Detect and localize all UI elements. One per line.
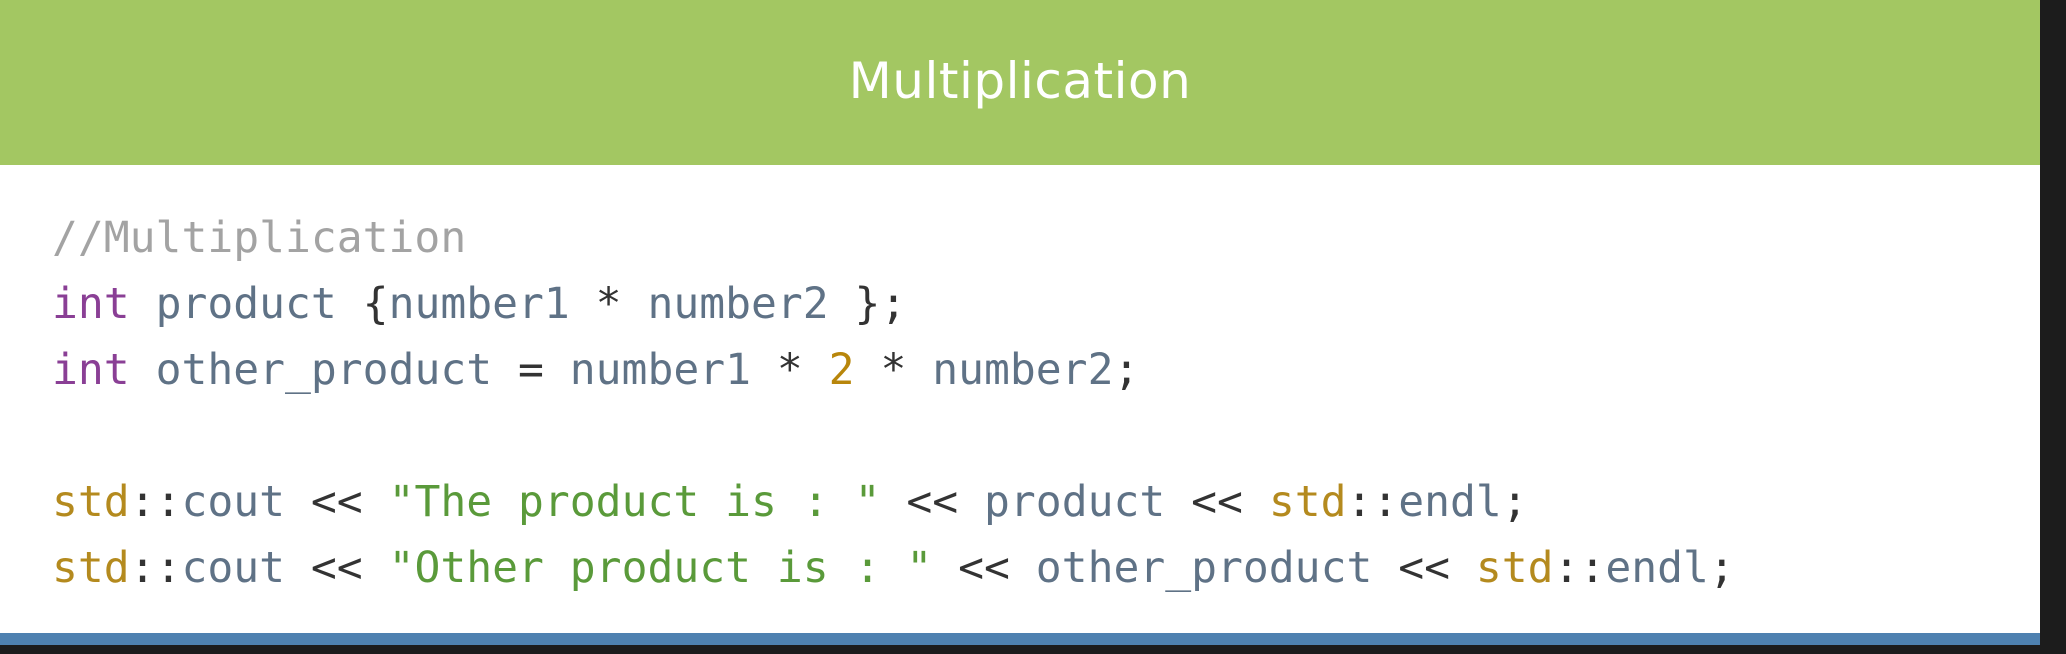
code-token-ident: other_product [155,345,493,395]
code-line: int product {number1 * number2 }; [52,271,1735,337]
code-token-ident: other_product [1035,543,1373,593]
code-token-punct: }; [828,279,907,329]
code-token-punct [130,345,156,395]
code-token-punct: :: [129,543,182,593]
code-token-ident: endl [1605,543,1709,593]
screen-edge-right [2040,0,2066,654]
code-token-punct: = [492,345,570,395]
code-token-punct: << [932,543,1036,593]
code-token-punct: * [569,279,648,329]
code-token-ident: product [155,279,337,329]
code-token-ident: endl [1398,477,1502,527]
code-token-ns: std [1475,543,1554,593]
code-token-ident: cout [181,543,286,593]
code-token-punct: * [854,345,933,395]
screen-edge-bottom [0,645,2066,654]
slide-title: Multiplication [848,51,1192,110]
code-token-punct: << [880,477,985,527]
code-token-ident: number2 [932,345,1114,395]
code-token-punct: :: [129,477,182,527]
code-token-string: "The product is : " [388,477,881,527]
code-token-ident: product [984,477,1166,527]
code-token-string: "Other product is : " [388,543,933,593]
code-token-punct: ; [1501,477,1528,527]
code-line: int other_product = number1 * 2 * number… [52,337,1735,403]
code-line: //Multiplication [52,205,1735,271]
bottom-accent-strip [0,633,2040,645]
code-token-punct: :: [1553,543,1606,593]
code-token-ident: number2 [647,279,829,329]
code-token-punct: ; [1113,345,1140,395]
code-block: //Multiplication int product {number1 * n… [52,205,1735,601]
code-line: std::cout << "The product is : " << prod… [52,469,1735,535]
code-token-punct [130,279,156,329]
code-token-comment: //Multiplication [52,213,467,263]
code-token-ident: number1 [388,279,570,329]
title-bar: Multiplication [0,0,2040,165]
code-token-ns: std [52,543,130,593]
slide: Multiplication //Multiplication int produ… [0,0,2040,645]
code-token-punct: << [1372,543,1476,593]
code-token-keyword: int [52,345,130,395]
code-line: std::cout << "Other product is : " << ot… [52,535,1735,601]
code-token-ns: std [52,477,130,527]
code-token-punct: :: [1346,477,1399,527]
code-token-ident: cout [181,477,286,527]
code-token-punct: * [751,345,829,395]
code-token-punct: ; [1708,543,1735,593]
code-token-number: 2 [828,345,855,395]
code-token-keyword: int [52,279,130,329]
code-token-ident: number1 [569,345,751,395]
code-token-punct: << [285,543,389,593]
code-token-ns: std [1268,477,1347,527]
code-token-punct: << [285,477,389,527]
code-token-punct: << [1165,477,1269,527]
code-token-punct: { [336,279,389,329]
